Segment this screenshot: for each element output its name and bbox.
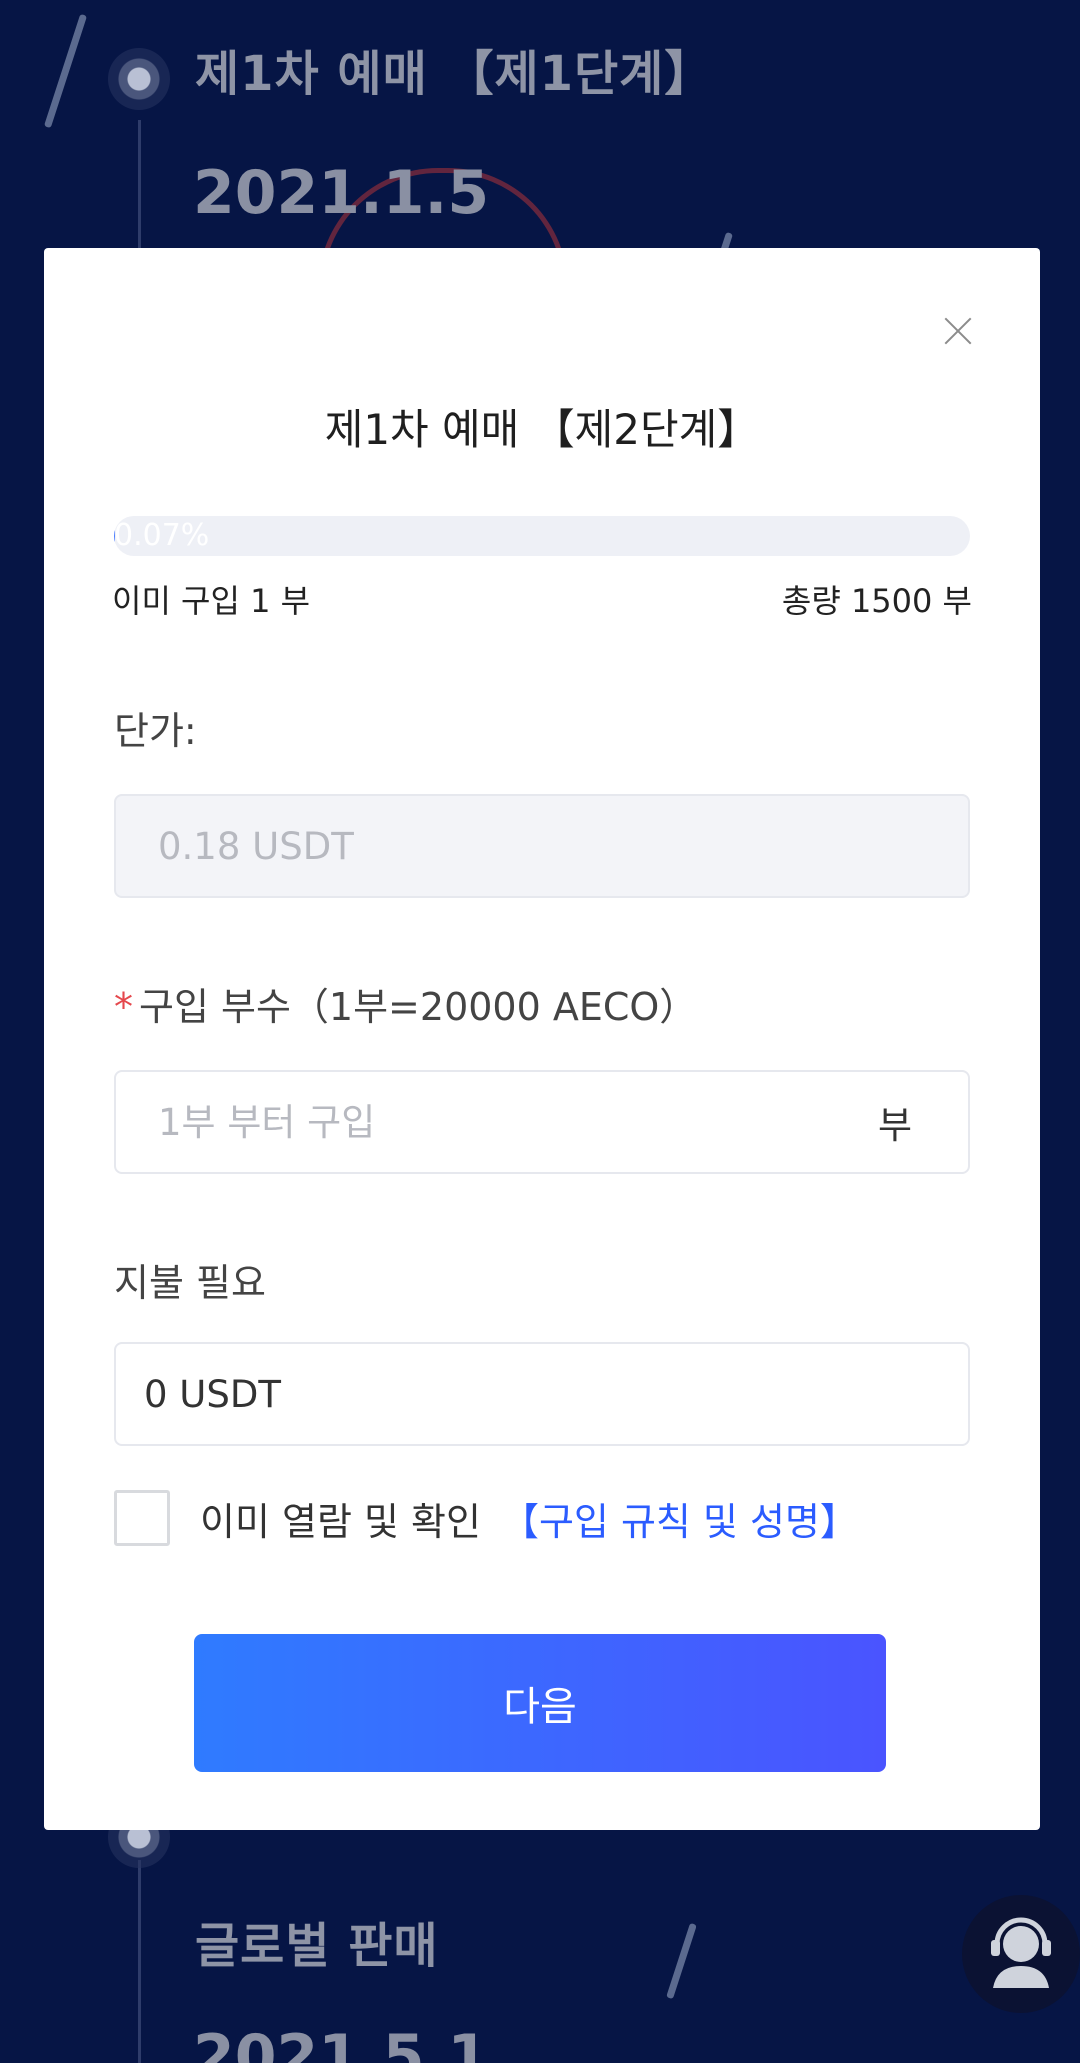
global-sale-date: 2021.5.1: [193, 2022, 490, 2063]
progress-percent: 0.07%: [114, 518, 210, 553]
unit-price-input: [116, 796, 968, 896]
required-mark: *: [114, 985, 133, 1029]
payment-label: 지불 필요: [114, 1261, 266, 1305]
timeline-dot: [108, 48, 170, 110]
purchase-modal: 제1차 예매 【제2단계】 0.07% 이미 구입 1 부 총량 1500 부 …: [44, 248, 1040, 1830]
phase1-title: 제1차 예매 【제1단계】: [195, 46, 714, 102]
payment-amount: 0 USDT: [144, 1372, 281, 1416]
quantity-unit-suffix: 부: [877, 1104, 912, 1147]
phase1-date: 2021.1.5: [193, 158, 490, 228]
unit-price-field: [114, 794, 970, 898]
payment-field: 0 USDT: [114, 1342, 970, 1446]
purchase-rules-link[interactable]: 【구입 규칙 및 성명】: [501, 1491, 858, 1546]
quantity-field[interactable]: 부: [114, 1070, 970, 1174]
decorative-slash: [666, 1922, 697, 2000]
unit-price-label: 단가:: [114, 709, 197, 753]
agree-checkbox[interactable]: [114, 1490, 170, 1546]
quantity-label: * 구입 부수（1부=20000 AECO）: [114, 976, 697, 1031]
customer-support-button[interactable]: [962, 1895, 1080, 2013]
close-icon[interactable]: [938, 310, 978, 350]
quantity-label-text: 구입 부수（1부=20000 AECO）: [139, 985, 698, 1029]
decorative-slash: [43, 13, 88, 129]
modal-title: 제1차 예매 【제2단계】: [324, 405, 760, 454]
quantity-input[interactable]: [116, 1072, 878, 1172]
agreement-row: 이미 열람 및 확인 【구입 규칙 및 성명】: [114, 1490, 858, 1546]
next-button[interactable]: 다음: [194, 1634, 886, 1772]
timeline-line: [138, 1860, 141, 2063]
purchased-count: 이미 구입 1 부: [112, 582, 311, 620]
sales-progress-bar: 0.07%: [114, 516, 970, 556]
global-sale-title: 글로벌 판매: [195, 1918, 439, 1974]
timeline-line: [138, 120, 141, 250]
customer-support-icon: [991, 1917, 1051, 1988]
agreement-text: 이미 열람 및 확인: [200, 1499, 481, 1544]
total-count: 총량 1500 부: [781, 582, 972, 620]
